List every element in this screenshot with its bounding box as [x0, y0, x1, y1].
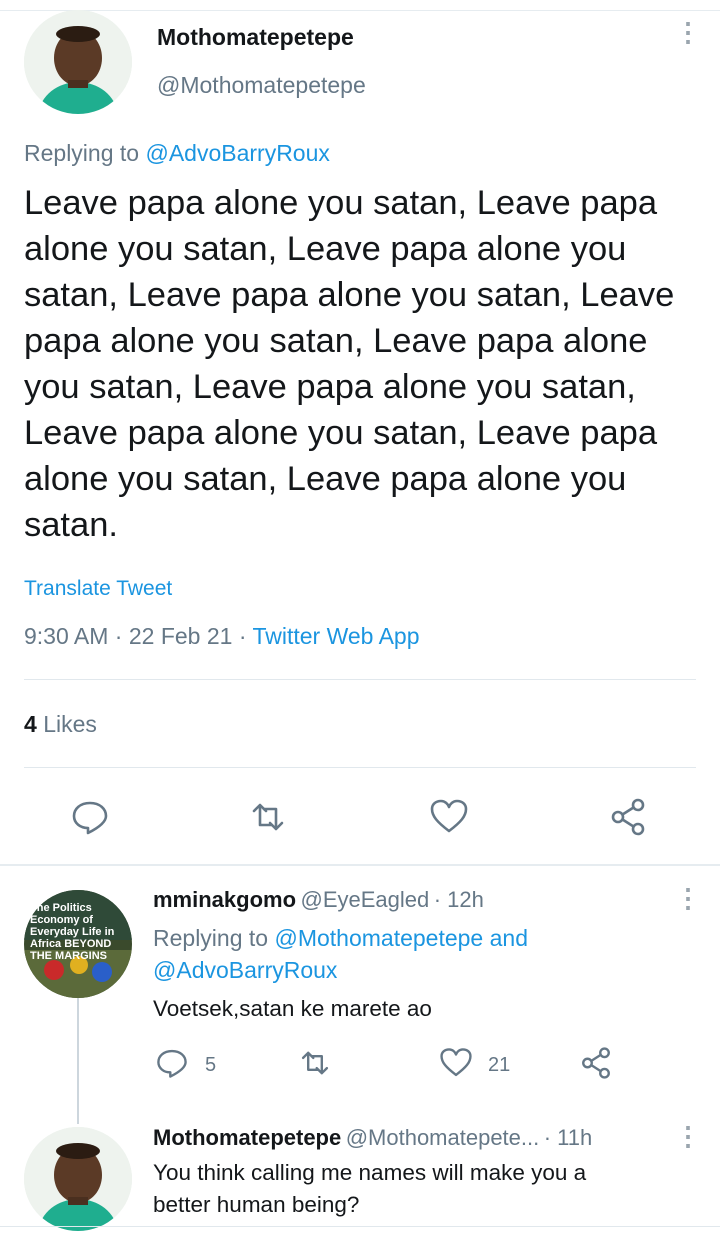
author-name[interactable]: Mothomatepetepe: [157, 24, 354, 51]
more-options-icon[interactable]: ⋮: [675, 19, 701, 45]
section-divider: [0, 864, 720, 866]
divider: [24, 679, 696, 680]
reply-handle[interactable]: @Mothomatepete...: [346, 1125, 540, 1150]
divider: [24, 767, 696, 768]
likes-label: Likes: [43, 711, 97, 737]
reply-text-line: You think calling me names will make you…: [153, 1160, 587, 1185]
reply-like-count: 21: [488, 1054, 511, 1076]
bottom-divider: [0, 1226, 720, 1227]
reply-header: mminakgomo @EyeEagled · 12h: [153, 887, 484, 912]
reply-comment-icon[interactable]: [155, 1046, 189, 1080]
reply-text: Voetsek,satan ke marete ao: [153, 996, 432, 1021]
retweet-icon[interactable]: [248, 797, 288, 837]
replying-to-link[interactable]: @Mothomatepetepe: [274, 925, 483, 951]
reply-header: Mothomatepetepe @Mothomatepete... · 11h: [153, 1125, 593, 1150]
reply-text-line: better human being?: [153, 1192, 360, 1217]
reply-avatar[interactable]: [24, 1127, 132, 1231]
tweet-source-link[interactable]: Twitter Web App: [252, 623, 419, 649]
reply-replying-to: Replying to @Mothomatepetepe and @AdvoBa…: [153, 922, 693, 986]
replying-prefix: Replying to: [24, 140, 146, 166]
reply-comment-count: 5: [205, 1054, 217, 1076]
reply-time[interactable]: 12h: [447, 887, 484, 912]
reply-handle[interactable]: @EyeEagled: [300, 887, 429, 912]
author-avatar[interactable]: [24, 10, 132, 114]
tweet-meta: 9:30 AM · 22 Feb 21 · Twitter Web App: [24, 623, 420, 649]
likes-summary[interactable]: 4 Likes: [24, 711, 97, 738]
replying-prefix: Replying to: [153, 925, 275, 951]
reply-more-options-icon[interactable]: ⋮: [675, 1123, 701, 1149]
replying-to: Replying to @AdvoBarryRoux: [24, 140, 330, 167]
reply-time[interactable]: 11h: [557, 1125, 592, 1150]
thread-line: [77, 998, 79, 1124]
tweet-text: Leave papa alone you satan, Leave papa a…: [24, 184, 675, 544]
avatar-photo: [24, 10, 132, 114]
likes-count: 4: [24, 711, 37, 737]
translate-tweet-link[interactable]: Translate Tweet: [24, 577, 172, 601]
reply-avatar-caption: The Politics Economy of Everyday Life in…: [30, 902, 115, 962]
top-divider: [0, 10, 720, 11]
reply-name[interactable]: mminakgomo: [153, 887, 296, 912]
reply-name[interactable]: Mothomatepetepe: [153, 1125, 341, 1150]
replying-to-link[interactable]: @AdvoBarryRoux: [153, 957, 337, 983]
reply-more-options-icon[interactable]: ⋮: [675, 885, 701, 911]
reply-share-icon[interactable]: [579, 1046, 613, 1080]
tweet-time: 9:30 AM: [24, 623, 109, 649]
like-icon[interactable]: [429, 797, 469, 837]
reply-retweet-icon[interactable]: [298, 1046, 332, 1080]
author-handle[interactable]: @Mothomatepetepe: [157, 72, 366, 99]
avatar-photo: [24, 1127, 132, 1231]
replying-and: and: [483, 925, 528, 951]
tweet-date: 22 Feb 21: [128, 623, 233, 649]
share-icon[interactable]: [608, 797, 648, 837]
comment-icon[interactable]: [70, 797, 110, 837]
replying-to-link[interactable]: @AdvoBarryRoux: [145, 140, 329, 166]
reply-like-icon[interactable]: [439, 1046, 473, 1080]
